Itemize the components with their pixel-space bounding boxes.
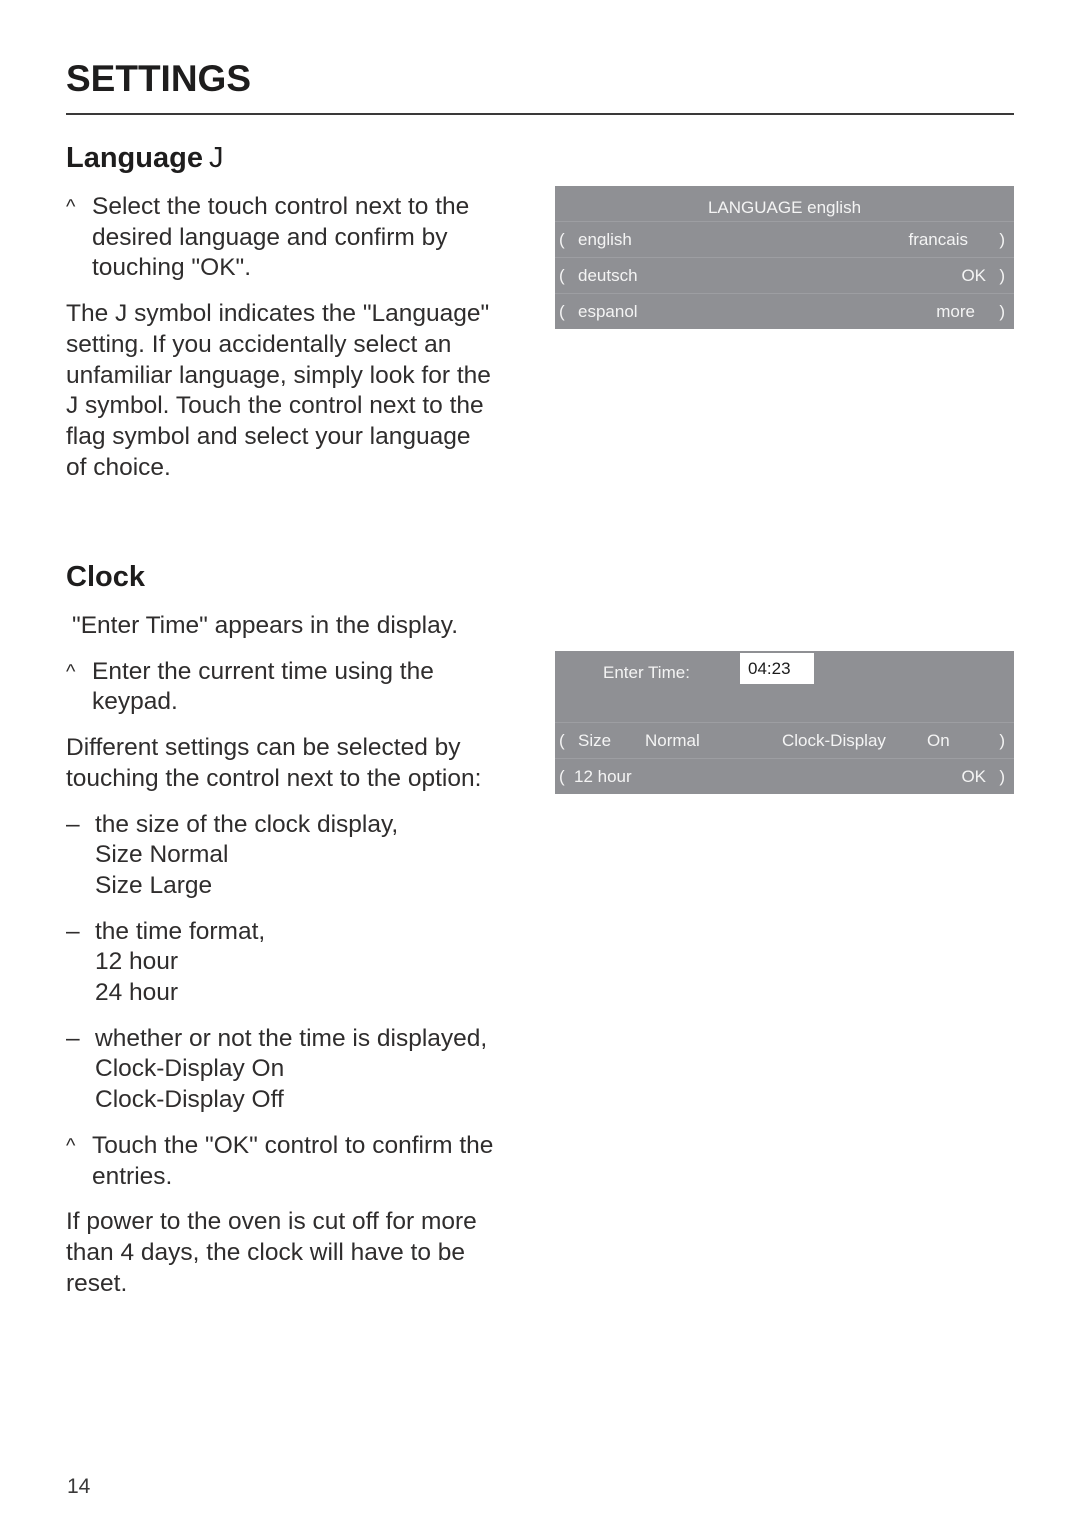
touch-control-left[interactable]: ( [559,767,565,787]
paragraph-line: Different settings can be selected by [66,734,461,762]
touch-control-left[interactable]: ( [559,266,565,286]
step-line: Select the touch control next to the [92,193,470,220]
touch-control-right[interactable]: ) [999,767,1005,787]
touch-control-right[interactable]: ) [999,266,1005,286]
language-instructions: ^ Select the touch control next to the d… [66,192,526,483]
clock-instructions: "Enter Time" appears in the display. ^ E… [66,611,526,1299]
language-row-english-francais: ( english francais ) [555,221,1014,257]
option-value: Clock-Display Off [95,1086,284,1114]
step-bullet-icon: ^ [66,1134,76,1157]
option-label: the size of the clock display, [95,810,399,838]
step-line: keypad. [92,688,178,716]
language-row-espanol-more: ( espanol more ) [555,293,1014,329]
touch-control-left[interactable]: ( [559,230,565,250]
size-value[interactable]: Normal [645,731,700,751]
language-step: ^ Select the touch control next to the d… [66,192,526,284]
language-symbol-paragraph: The J symbol indicates the "Language" se… [66,299,526,483]
page-title: SETTINGS [66,58,252,99]
clock-step-enter-time: ^ Enter the current time using the keypa… [66,657,526,718]
option-ok[interactable]: OK [961,266,986,286]
touch-control-right[interactable]: ) [999,230,1005,250]
paragraph-line: setting. If you accidentally select an [66,330,452,358]
language-symbol-icon: J [208,142,224,174]
option-espanol[interactable]: espanol [578,302,638,322]
option-english[interactable]: english [578,230,632,250]
option-clock-size: – the size of the clock display, Size No… [66,810,526,902]
touch-control-left[interactable]: ( [559,302,565,322]
option-value: 24 hour [95,979,179,1007]
paragraph-line: touching the control next to the option: [66,764,482,792]
language-display-title: LANGUAGE english [707,198,862,217]
step-line: touching "OK". [92,254,252,282]
page-number: 14 [67,1475,91,1498]
time-format-value[interactable]: 12 hour [574,767,632,787]
option-deutsch[interactable]: deutsch [578,266,638,286]
option-label: the time format, [95,917,266,945]
options-intro: Different settings can be selected by to… [66,733,526,794]
clock-display-label[interactable]: Clock-Display [782,731,886,751]
option-time-format: – the time format, 12 hour 24 hour [66,917,526,1009]
option-francais[interactable]: francais [908,230,968,250]
touch-control-right[interactable]: ) [999,302,1005,322]
paragraph-line: reset. [66,1269,128,1297]
ok-button[interactable]: OK [961,767,986,787]
step-bullet-icon: ^ [66,196,76,218]
dash-bullet-icon: – [66,1024,80,1052]
option-more[interactable]: more [936,302,975,322]
clock-heading: Clock [66,561,145,593]
clock-display-value[interactable]: On [927,731,950,751]
language-row-deutsch-ok: ( deutsch OK ) [555,257,1014,293]
paragraph-line: flag symbol and select your language [66,422,471,450]
clock-row-format-ok: ( 12 hour OK ) [555,758,1014,794]
language-heading-text: Language [66,142,203,174]
paragraph-line: J symbol. Touch the control next to the [66,392,484,420]
option-label: whether or not the time is displayed, [95,1024,488,1052]
clock-row-size-display: ( Size Normal Clock-Display On ) [555,722,1014,758]
step-bullet-icon: ^ [66,660,76,683]
enter-time-label: Enter Time: [603,663,690,682]
touch-control-left[interactable]: ( [559,731,565,751]
dash-bullet-icon: – [66,917,80,945]
title-divider [66,113,1014,115]
option-value: 12 hour [95,948,179,976]
paragraph-line: The J symbol indicates the "Language" [66,300,490,328]
language-display-header: LANGUAGE english [555,186,1014,221]
touch-control-right[interactable]: ) [999,731,1005,751]
language-display-panel: LANGUAGE english ( english francais ) ( … [555,186,1014,329]
step-line: entries. [92,1162,173,1190]
step-line: Touch the "OK" control to confirm the [92,1131,494,1159]
clock-intro: "Enter Time" appears in the display. [72,612,458,639]
option-value: Size Normal [95,841,229,869]
option-value: Clock-Display On [95,1055,285,1083]
clock-step-confirm: ^ Touch the "OK" control to confirm the … [66,1131,526,1192]
power-note: If power to the oven is cut off for more… [66,1207,526,1299]
option-value: Size Large [95,871,213,899]
size-label[interactable]: Size [578,731,611,751]
dash-bullet-icon: – [66,810,80,838]
paragraph-line: than 4 days, the clock will have to be [66,1238,466,1266]
time-input-field[interactable]: 04:23 [740,653,814,684]
step-line: desired language and confirm by [92,223,448,251]
paragraph-line: of choice. [66,453,171,481]
option-clock-display: – whether or not the time is displayed, … [66,1024,526,1116]
step-line: Enter the current time using the [92,657,434,685]
language-heading: Language J [66,142,223,175]
paragraph-line: unfamiliar language, simply look for the [66,361,491,389]
paragraph-line: If power to the oven is cut off for more [66,1208,477,1236]
